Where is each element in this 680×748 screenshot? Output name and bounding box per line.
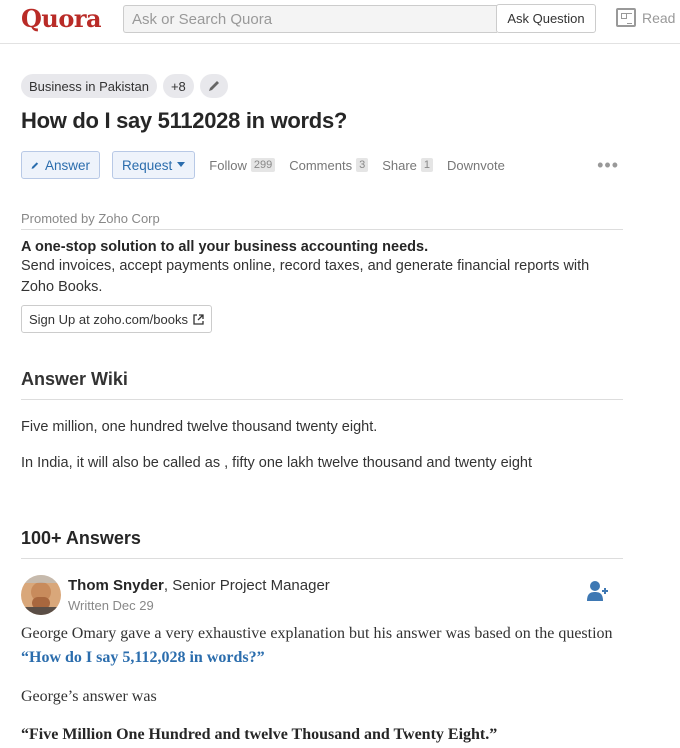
avatar[interactable] [21, 575, 61, 615]
answer-date[interactable]: Written Dec 29 [68, 598, 154, 613]
add-user-icon [587, 581, 608, 601]
promo-headline[interactable]: A one-stop solution to all your business… [21, 239, 623, 255]
request-label: Request [122, 157, 173, 173]
question-title: How do I say 5112028 in words? [21, 108, 348, 133]
comments-count: 3 [356, 158, 369, 172]
comments-label: Comments [289, 157, 353, 173]
question-action-bar: Answer Request Follow 299 Comments 3 Sha… [21, 151, 621, 179]
pencil-icon [31, 161, 39, 169]
author-info: Thom Snyder, Senior Project Manager [68, 577, 330, 594]
signup-label: Sign Up at zoho.com/books [29, 311, 188, 327]
wiki-line-1: Five million, one hundred twelve thousan… [21, 419, 378, 435]
comments-button[interactable]: Comments 3 [289, 157, 369, 173]
caret-down-icon [177, 162, 186, 167]
question-link[interactable]: “How do I say 5,112,028 in words?” [21, 649, 265, 666]
follow-label: Follow [209, 157, 247, 173]
divider [21, 399, 623, 400]
read-label: Read [642, 9, 676, 26]
follow-count: 299 [250, 158, 276, 172]
answers-count-title: 100+ Answers [21, 528, 141, 548]
author-credential: , Senior Project Manager [163, 577, 330, 594]
signup-zoho-button[interactable]: Sign Up at zoho.com/books [21, 305, 212, 333]
answer-button[interactable]: Answer [21, 151, 100, 179]
ask-question-button[interactable]: Ask Question [496, 4, 596, 33]
more-options-icon[interactable]: ••• [597, 155, 619, 176]
topic-business-in-pakistan[interactable]: Business in Pakistan [21, 74, 157, 98]
share-label: Share [382, 157, 417, 173]
pencil-icon [208, 81, 219, 91]
topic-list: Business in Pakistan +8 [21, 74, 228, 98]
newspaper-icon [616, 8, 636, 27]
request-button[interactable]: Request [112, 151, 196, 179]
answer-label: Answer [44, 157, 90, 173]
downvote-label: Downvote [447, 157, 505, 173]
top-nav-bar: Quora Ask Question Read [0, 0, 680, 44]
follow-user-button[interactable] [586, 580, 610, 607]
answer-paragraph-2: George’s answer was [21, 688, 157, 705]
external-link-icon [193, 313, 204, 325]
answer-wiki-title: Answer Wiki [21, 369, 128, 389]
edit-topics-button[interactable] [199, 74, 228, 98]
more-topics-button[interactable]: +8 [162, 74, 194, 98]
answer-paragraph-1: George Omary gave a very exhaustive expl… [21, 622, 631, 670]
user-photo-icon [21, 575, 61, 615]
share-button[interactable]: Share 1 [382, 157, 434, 173]
quora-logo[interactable]: Quora [21, 4, 102, 33]
wiki-line-2: In India, it will also be called as , fi… [21, 455, 533, 471]
divider [21, 558, 623, 559]
author-name[interactable]: Thom Snyder [68, 577, 164, 594]
answer-paragraph-3: “Five Million One Hundred and twelve Tho… [21, 726, 498, 743]
promo-body: Send invoices, accept payments online, r… [21, 258, 590, 295]
promoted-ad: Promoted by Zoho Corp A one-stop solutio… [21, 211, 623, 333]
search-input[interactable] [123, 5, 497, 33]
read-nav-item[interactable]: Read [616, 8, 675, 27]
answer-text: George Omary gave a very exhaustive expl… [21, 625, 613, 642]
promoted-label: Promoted by Zoho Corp [21, 211, 623, 230]
share-count: 1 [420, 158, 434, 172]
follow-button[interactable]: Follow 299 [209, 157, 276, 173]
downvote-button[interactable]: Downvote [447, 158, 505, 173]
